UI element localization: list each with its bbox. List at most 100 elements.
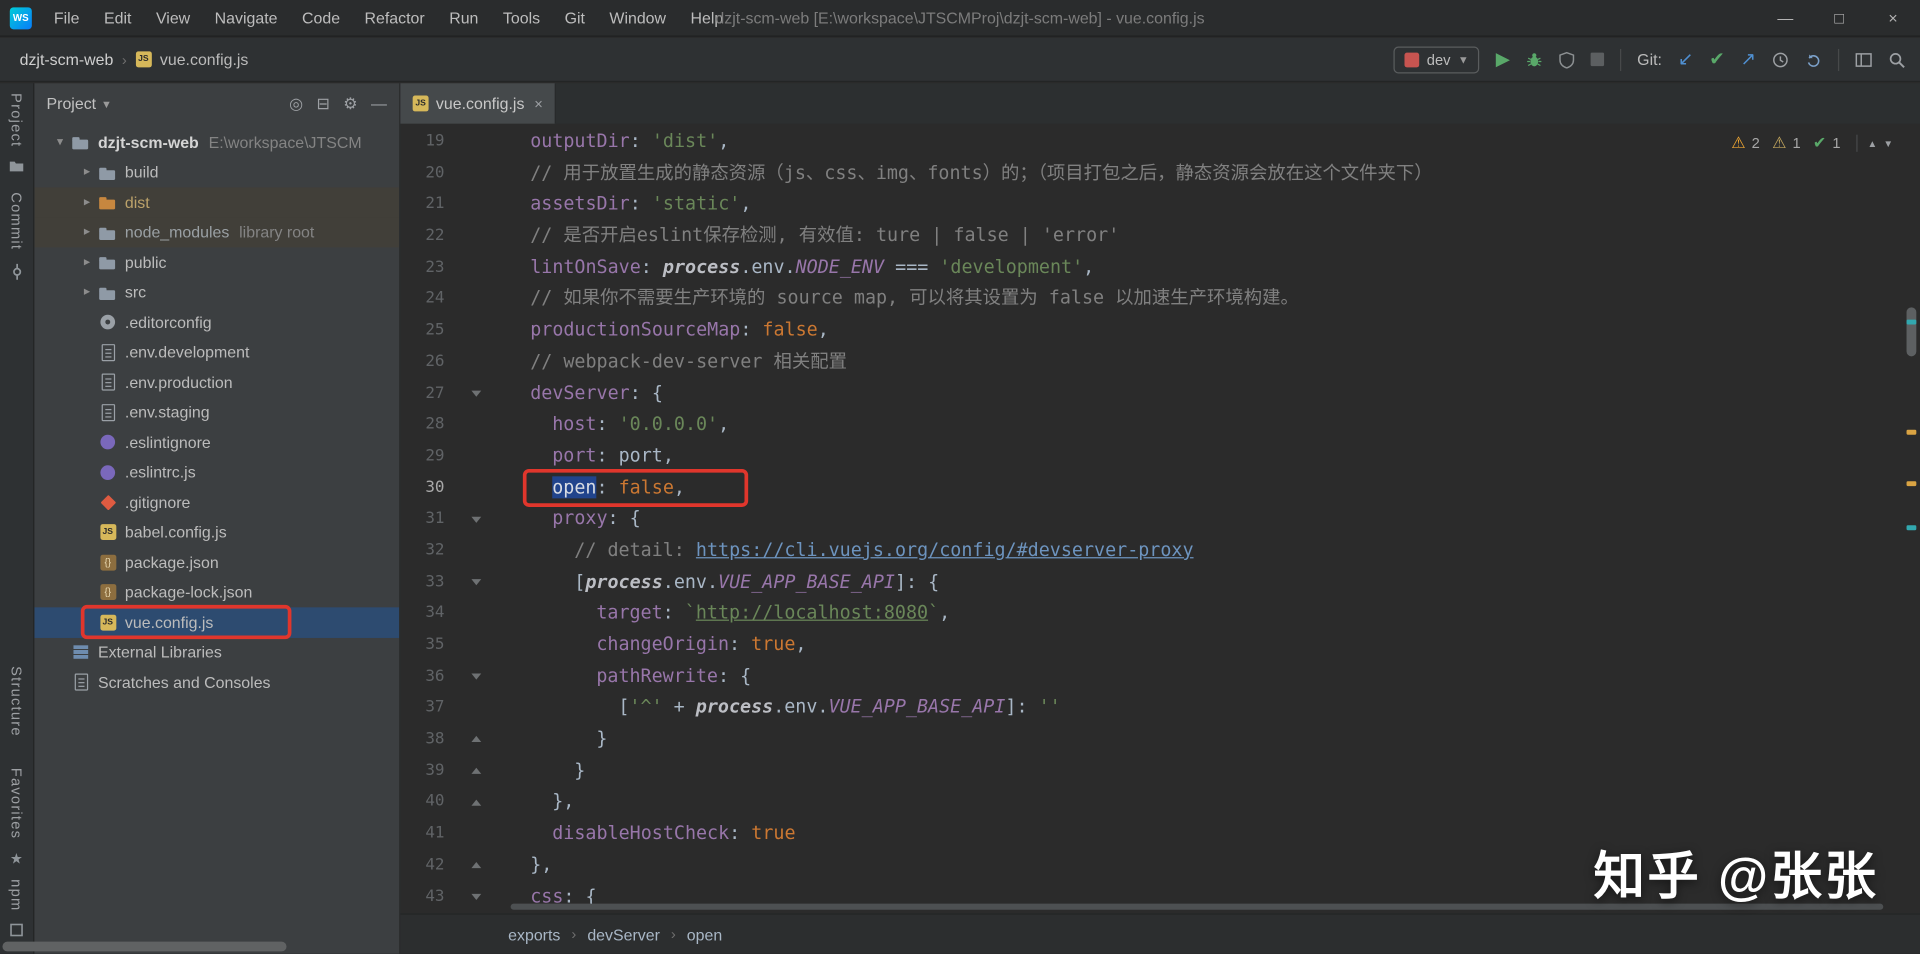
gutter-fold-area[interactable] (444, 755, 508, 786)
line-number[interactable]: 40 (400, 787, 444, 818)
line-number[interactable]: 27 (400, 378, 444, 409)
fold-close-icon[interactable] (471, 799, 482, 806)
gutter-fold-area[interactable] (444, 283, 508, 314)
history-button[interactable] (1772, 51, 1789, 68)
code-line-33[interactable]: 33 [process.env.VUE_APP_BASE_API]: { (400, 566, 1902, 597)
run-config-selector[interactable]: dev ▼ (1393, 45, 1480, 73)
code-line-26[interactable]: 26 // webpack-dev-server 相关配置 (400, 346, 1902, 377)
code-line-38[interactable]: 38} (400, 724, 1902, 755)
tree-item-env-production[interactable]: .env.production (34, 367, 399, 397)
gutter-fold-area[interactable] (444, 787, 508, 818)
chevron-down-icon[interactable]: ▼ (101, 97, 112, 109)
fold-open-icon[interactable] (471, 516, 482, 523)
menu-item-view[interactable]: View (144, 0, 203, 36)
tree-collapsed-arrow-icon[interactable]: ▸ (76, 256, 98, 269)
code-line-23[interactable]: 23 lintOnSave: process.env.NODE_ENV === '… (400, 252, 1902, 283)
gutter-fold-area[interactable] (444, 441, 508, 472)
hide-panel-icon[interactable]: ― (371, 94, 387, 114)
menu-item-window[interactable]: Window (597, 0, 678, 36)
menu-item-git[interactable]: Git (552, 0, 597, 36)
gutter-fold-area[interactable] (444, 818, 508, 849)
tree-item-external-libraries[interactable]: External Libraries (34, 637, 399, 667)
commit-icon[interactable] (8, 263, 25, 280)
tree-item-node-modules[interactable]: ▸ node_modules library root (34, 217, 400, 248)
menu-item-file[interactable]: File (42, 0, 92, 36)
folder-icon[interactable] (9, 160, 25, 173)
locate-file-icon[interactable]: ◎ (289, 94, 303, 114)
line-number[interactable]: 31 (400, 504, 444, 535)
breadcrumb-open[interactable]: open (687, 925, 722, 943)
fold-close-icon[interactable] (471, 767, 482, 774)
collapse-all-icon[interactable]: ⊟ (316, 94, 329, 114)
code-line-22[interactable]: 22 // 是否开启eslint保存检测, 有效值: ture | false |… (400, 220, 1902, 251)
line-number[interactable]: 39 (400, 755, 444, 786)
line-number[interactable]: 38 (400, 724, 444, 755)
git-push-button[interactable]: ↗ (1741, 50, 1756, 68)
gutter-fold-area[interactable] (444, 220, 508, 251)
line-number[interactable]: 43 (400, 881, 444, 912)
line-number[interactable]: 37 (400, 692, 444, 723)
line-number[interactable]: 21 (400, 189, 444, 220)
menu-item-refactor[interactable]: Refactor (352, 0, 437, 36)
tool-window-button-structure[interactable]: Structure (8, 666, 25, 737)
line-number[interactable]: 34 (400, 598, 444, 629)
gutter-fold-area[interactable] (444, 850, 508, 881)
package-box-icon[interactable] (10, 923, 23, 937)
editor[interactable]: 19 outputDir: 'dist', 20 // 用于放置生成的静态资源（js、… (400, 123, 1920, 914)
gutter-fold-area[interactable] (444, 189, 508, 220)
code-line-40[interactable]: 40}, (400, 787, 1902, 818)
tool-window-button-npm[interactable]: npm (8, 879, 25, 911)
line-number[interactable]: 30 (400, 472, 444, 503)
tree-item-env-development[interactable]: .env.development (34, 337, 399, 367)
gutter-fold-area[interactable] (444, 315, 508, 346)
code-line-20[interactable]: 20 // 用于放置生成的静态资源（js、css、img、fonts）的；（项目打… (400, 158, 1902, 189)
tree-item-vue-config-js[interactable]: JS vue.config.js (34, 607, 400, 638)
line-number[interactable]: 24 (400, 283, 444, 314)
tree-item-babel-config-js[interactable]: JS babel.config.js (34, 517, 399, 547)
code-line-39[interactable]: 39} (400, 755, 1902, 786)
gutter-fold-area[interactable] (444, 472, 508, 503)
fold-open-icon[interactable] (471, 390, 482, 397)
line-number[interactable]: 33 (400, 566, 444, 597)
tree-item-editorconfig[interactable]: .editorconfig (34, 307, 399, 337)
tree-item-gitignore[interactable]: .gitignore (34, 487, 399, 517)
code-line-24[interactable]: 24 // 如果你不需要生产环境的 source map, 可以将其设置为 fal… (400, 283, 1902, 314)
code-line-21[interactable]: 21 assetsDir: 'static', (400, 189, 1902, 220)
breadcrumb-exports[interactable]: exports (508, 925, 560, 943)
coverage-button[interactable] (1559, 51, 1575, 68)
line-number[interactable]: 41 (400, 818, 444, 849)
tree-item-dist[interactable]: ▸ dist (34, 187, 400, 218)
tree-item-scratches-and-consoles[interactable]: Scratches and Consoles (34, 667, 399, 697)
breadcrumb-project[interactable]: dzjt-scm-web (20, 50, 114, 68)
gutter-fold-area[interactable] (444, 504, 508, 535)
menu-item-edit[interactable]: Edit (92, 0, 144, 36)
vertical-scrollbar[interactable] (1906, 307, 1917, 357)
line-number[interactable]: 26 (400, 346, 444, 377)
gutter-fold-area[interactable] (444, 535, 508, 566)
gutter-fold-area[interactable] (444, 724, 508, 755)
menu-item-navigate[interactable]: Navigate (202, 0, 289, 36)
fold-open-icon[interactable] (471, 579, 482, 586)
prev-issue-icon[interactable]: ▲ (1868, 138, 1878, 149)
tree-item-build[interactable]: ▸ build (34, 157, 399, 187)
line-number[interactable]: 32 (400, 535, 444, 566)
code-line-25[interactable]: 25 productionSourceMap: false, (400, 315, 1902, 346)
tree-item-eslintrc-js[interactable]: .eslintrc.js (34, 457, 399, 487)
gutter-fold-area[interactable] (444, 881, 508, 912)
inspections-widget[interactable]: ⚠ 2 ⚠ 1 ✔ 1 ▲ ▼ (1731, 133, 1893, 153)
debug-button[interactable] (1526, 51, 1543, 68)
stop-button[interactable] (1590, 52, 1605, 67)
tree-item-eslintignore[interactable]: .eslintignore (34, 427, 399, 457)
tree-item-src[interactable]: ▸ src (34, 277, 399, 307)
maximize-button[interactable]: □ (1812, 0, 1866, 36)
git-update-button[interactable]: ↙ (1678, 50, 1693, 68)
breadcrumb-file[interactable]: vue.config.js (160, 50, 248, 68)
code-line-32[interactable]: 32 // detail: https://cli.vuejs.org/confi… (400, 535, 1902, 566)
code-line-37[interactable]: 37 ['^' + process.env.VUE_APP_BASE_API]: … (400, 692, 1902, 723)
tree-item-public[interactable]: ▸ public (34, 247, 399, 277)
gutter-fold-area[interactable] (444, 346, 508, 377)
search-everywhere-icon[interactable] (1888, 51, 1905, 68)
git-commit-button[interactable]: ✔ (1709, 50, 1724, 68)
gear-icon[interactable]: ⚙ (343, 94, 357, 114)
run-button[interactable]: ▶ (1496, 50, 1510, 68)
